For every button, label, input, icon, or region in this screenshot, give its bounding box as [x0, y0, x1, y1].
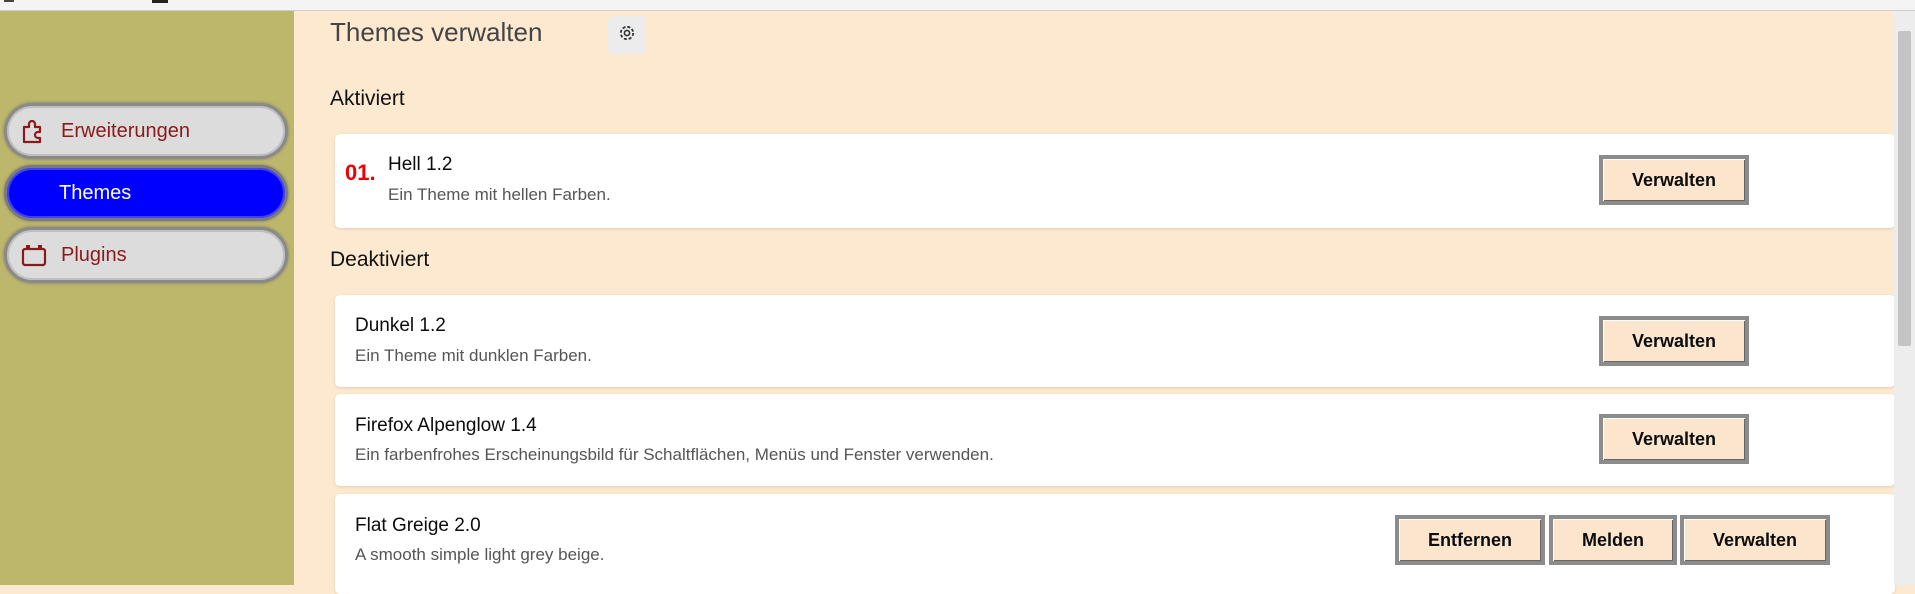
section-heading-disabled: Deaktiviert: [330, 248, 430, 271]
theme-name: Dunkel 1.2: [355, 315, 446, 336]
list-number: 01.: [345, 160, 376, 185]
theme-name: Flat Greige 2.0: [355, 515, 481, 536]
theme-card-alpenglow: Firefox Alpenglow 1.4 Ein farbenfrohes E…: [335, 394, 1895, 486]
theme-description: Ein Theme mit dunklen Farben.: [355, 346, 592, 365]
theme-description: A smooth simple light grey beige.: [355, 545, 605, 564]
scrollbar-thumb[interactable]: [1898, 31, 1911, 346]
theme-description: Ein Theme mit hellen Farben.: [388, 185, 611, 204]
main-content: Themes verwalten Aktiviert 01. Hell 1.2 …: [294, 11, 1895, 594]
theme-name: Hell 1.2: [388, 154, 453, 175]
settings-button[interactable]: [608, 16, 646, 54]
sidebar-item-plugins[interactable]: Plugins: [4, 227, 288, 283]
theme-description: Ein farbenfrohes Erscheinungsbild für Sc…: [355, 445, 994, 464]
manage-button[interactable]: Verwalten: [1680, 515, 1830, 565]
plugin-icon: [21, 242, 47, 268]
manage-button[interactable]: Verwalten: [1599, 414, 1749, 464]
top-strip-mark: [4, 0, 14, 2]
vertical-scrollbar[interactable]: [1894, 11, 1915, 585]
browser-top-strip: [0, 0, 1915, 11]
sidebar-item-extensions[interactable]: Erweiterungen: [4, 103, 288, 159]
page-title: Themes verwalten: [330, 17, 543, 47]
theme-card-hell: 01. Hell 1.2 Ein Theme mit hellen Farben…: [335, 134, 1895, 228]
manage-button[interactable]: Verwalten: [1599, 155, 1749, 205]
sidebar-item-label: Erweiterungen: [61, 119, 190, 142]
manage-button[interactable]: Verwalten: [1599, 316, 1749, 366]
sidebar-item-label: Themes: [59, 181, 132, 204]
puzzle-icon: [21, 118, 47, 144]
theme-card-dunkel: Dunkel 1.2 Ein Theme mit dunklen Farben.…: [335, 295, 1895, 387]
gear-icon: [617, 23, 637, 48]
report-button[interactable]: Melden: [1549, 515, 1677, 565]
theme-name: Firefox Alpenglow 1.4: [355, 415, 537, 436]
top-strip-cursor: [152, 0, 168, 3]
sidebar-item-label: Plugins: [61, 243, 127, 266]
remove-button[interactable]: Entfernen: [1395, 515, 1545, 565]
sidebar: Erweiterungen Themes Plugins: [0, 11, 294, 585]
sidebar-item-themes[interactable]: Themes: [4, 165, 288, 221]
section-heading-enabled: Aktiviert: [330, 87, 405, 110]
theme-card-flat-greige: Flat Greige 2.0 A smooth simple light gr…: [335, 494, 1895, 594]
